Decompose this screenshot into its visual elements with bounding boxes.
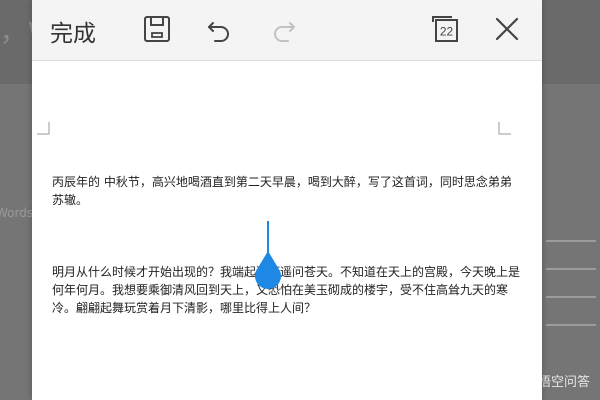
paragraph-1[interactable]: 丙辰年的 中秋节，高兴地喝酒直到第二天早晨，喝到大醉，写了这首词，同时思念弟弟 … [52, 173, 522, 209]
paragraph-2[interactable]: 明月从什么时候才开始出现的？我端起酒杯遥问苍天。不知道在天上的宫殿，今天晚上是何… [52, 263, 522, 317]
undo-button[interactable] [204, 14, 234, 44]
copy-button[interactable]: 22 [430, 14, 460, 44]
save-icon [142, 16, 172, 48]
editor-toolbar: 完成 22 [32, 0, 542, 61]
document-body[interactable]: 丙辰年的 中秋节，高兴地喝酒直到第二天早晨，喝到大醉，写了这首词，同时思念弟弟 … [52, 137, 522, 353]
done-button[interactable]: 完成 [50, 14, 96, 48]
document-editor: 完成 22 丙辰年的 中秋节，高兴地喝酒直到第二天早晨，喝到大醉，写了这首词，同… [32, 0, 542, 400]
undo-icon [204, 22, 234, 48]
save-button[interactable] [142, 14, 172, 44]
copy-icon: 22 [430, 16, 460, 48]
background-side-text: Words [0, 206, 34, 220]
redo-icon [269, 22, 299, 48]
close-icon [492, 17, 522, 48]
watermark-text: 悟空问答 [537, 375, 590, 390]
copy-badge: 22 [440, 25, 454, 39]
background-text-lines [546, 240, 600, 340]
redo-button[interactable] [269, 14, 299, 44]
close-button[interactable] [492, 14, 522, 44]
margin-corner-left [37, 122, 50, 135]
margin-corner-right [498, 122, 511, 135]
cursor-drag-handle[interactable] [253, 251, 283, 289]
document-page[interactable]: 丙辰年的 中秋节，高兴地喝酒直到第二天早晨，喝到大醉，写了这首词，同时思念弟弟 … [32, 61, 542, 400]
